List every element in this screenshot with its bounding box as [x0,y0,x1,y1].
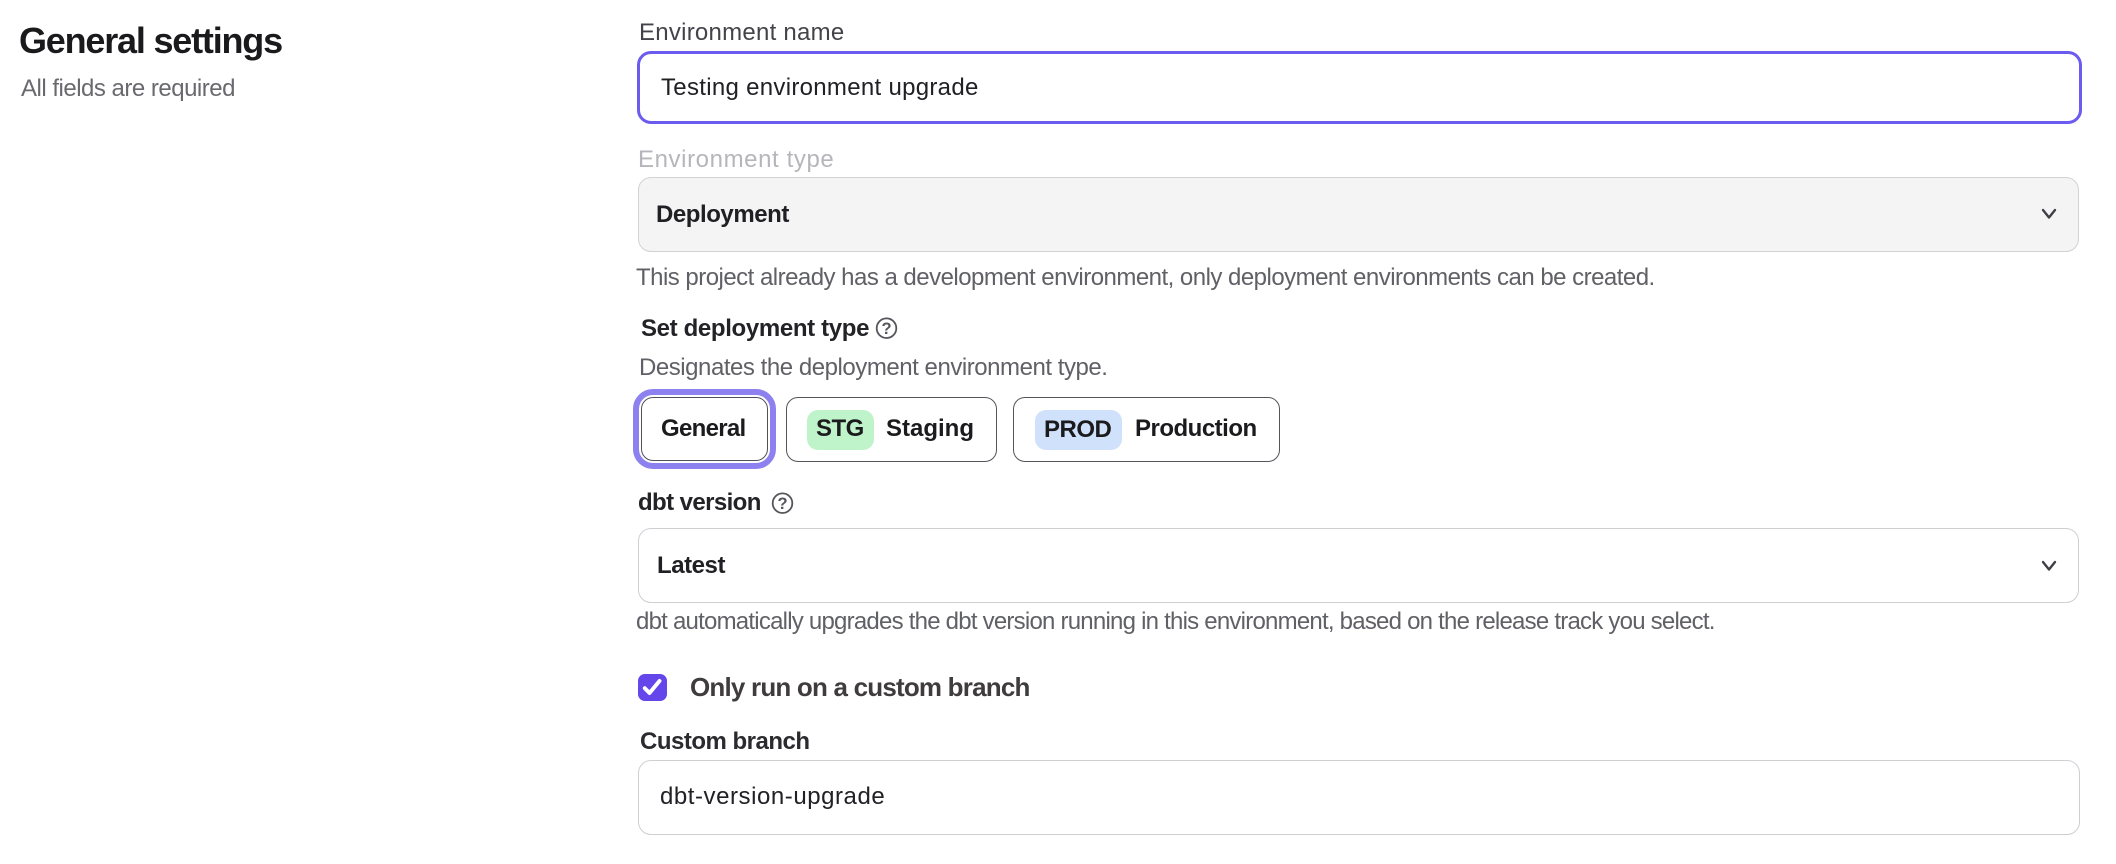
svg-text:?: ? [777,495,787,513]
svg-text:?: ? [881,320,891,338]
